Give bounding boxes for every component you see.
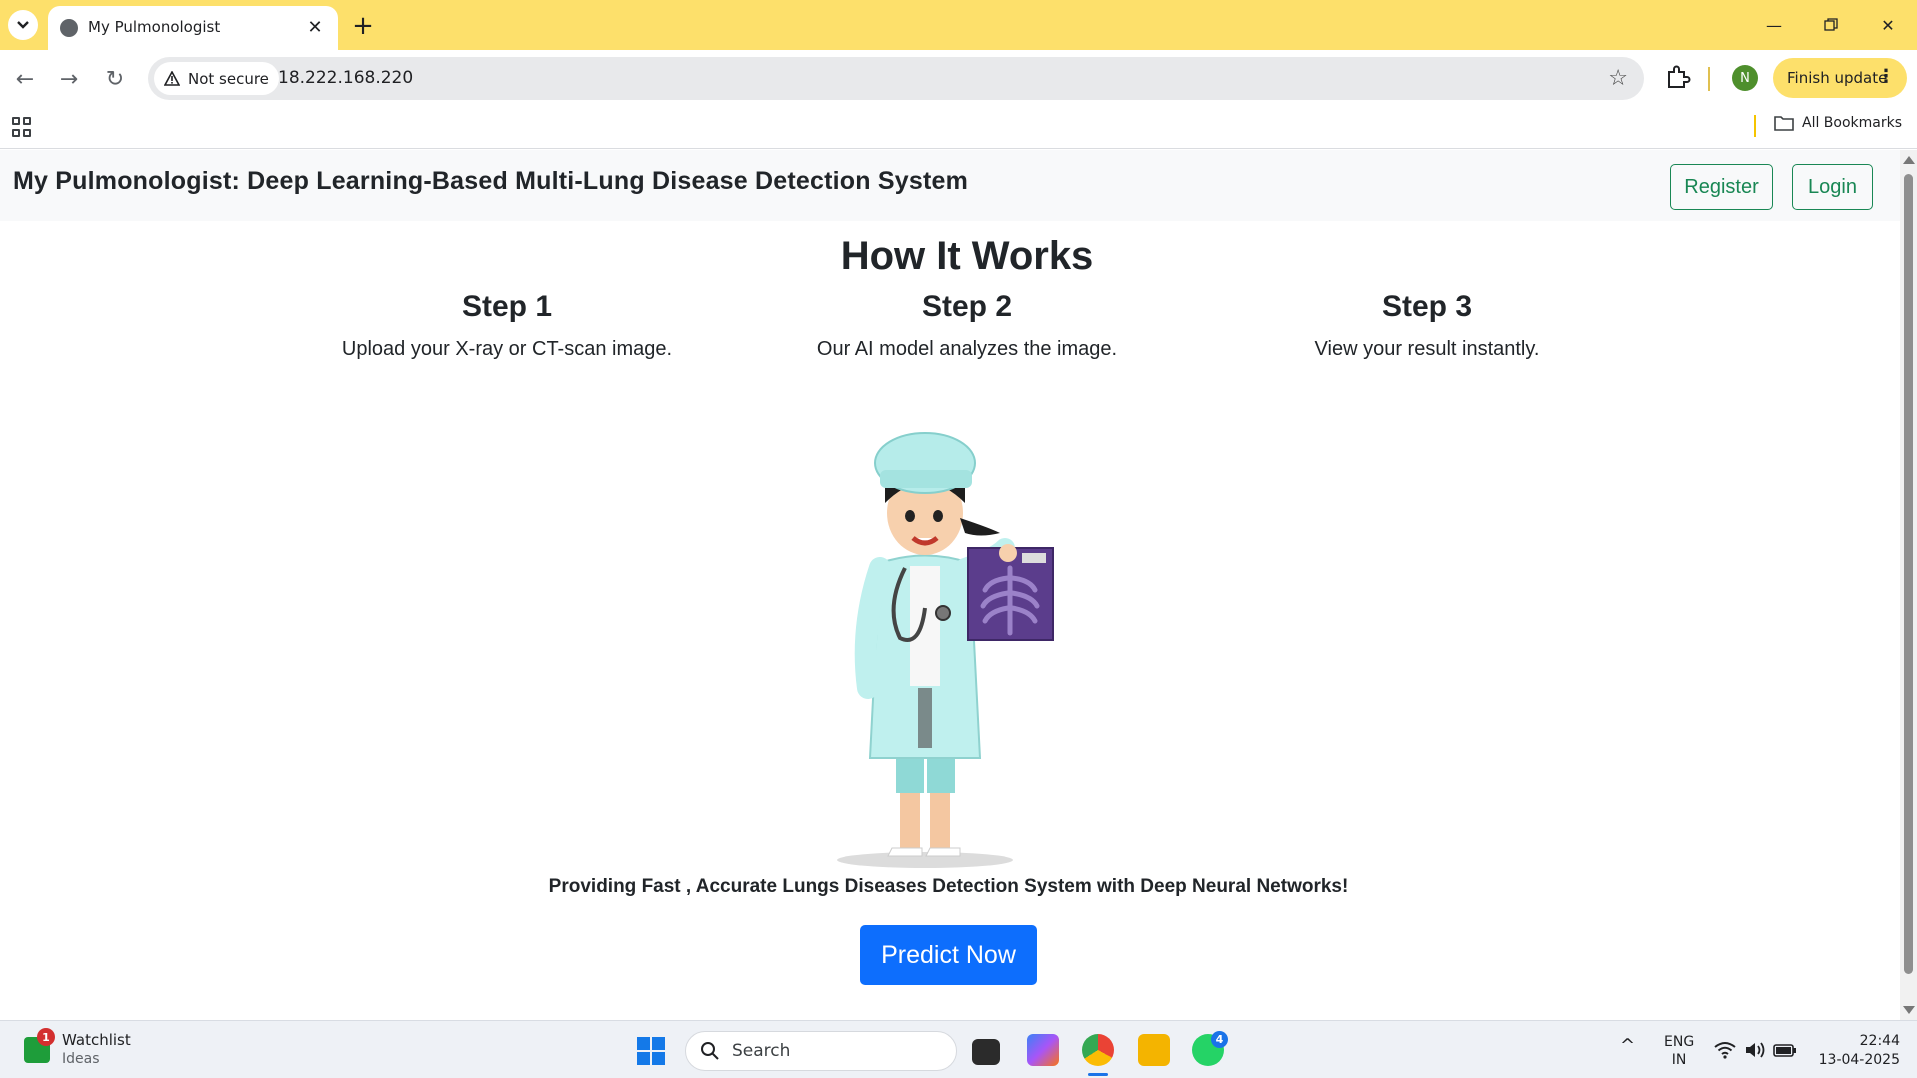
watchlist-badge: 1 (37, 1028, 55, 1046)
extensions-icon[interactable] (1663, 62, 1693, 92)
whatsapp-badge: 4 (1211, 1031, 1228, 1048)
toolbar-divider (1708, 67, 1710, 91)
warning-icon (164, 71, 180, 86)
browser-tab-strip: My Pulmonologist ✕ + — ✕ (0, 0, 1917, 50)
close-tab-icon[interactable]: ✕ (302, 14, 328, 40)
page-scrollbar[interactable] (1900, 150, 1917, 1020)
profile-avatar[interactable]: N (1732, 65, 1758, 91)
doctor-illustration (837, 432, 1054, 868)
how-it-works-heading: How It Works (840, 234, 1094, 278)
bookmarks-divider (1754, 115, 1756, 137)
close-window-icon[interactable]: ✕ (1868, 8, 1908, 42)
language-primary: ENG (1664, 1034, 1695, 1050)
step-description: Upload your X-ray or CT-scan image. (341, 338, 673, 360)
address-bar[interactable]: Not secure 18.222.168.220 ☆ (148, 57, 1644, 100)
step-title: Step 1 (461, 290, 553, 323)
reload-icon[interactable]: ↻ (98, 62, 132, 96)
watchlist-title: Watchlist (62, 1031, 131, 1049)
new-tab-button[interactable]: + (348, 11, 378, 41)
tab-title: My Pulmonologist (88, 18, 221, 36)
watchlist-subtitle: Ideas (62, 1051, 100, 1067)
system-clock[interactable]: 22:44 13-04-2025 (1810, 1032, 1900, 1070)
bookmark-star-icon[interactable]: ☆ (1608, 66, 1628, 91)
restore-icon[interactable] (1811, 8, 1851, 42)
security-label: Not secure (188, 69, 269, 88)
chevron-down-icon (17, 21, 29, 29)
wifi-icon[interactable] (1714, 1041, 1736, 1059)
active-app-indicator (1088, 1073, 1108, 1076)
step-description: View your result instantly. (1314, 338, 1540, 360)
scrollbar-thumb[interactable] (1904, 174, 1913, 974)
minimize-icon[interactable]: — (1754, 8, 1794, 42)
bookmarks-bar: All Bookmarks (0, 107, 1917, 149)
finish-update-label: Finish update (1787, 69, 1888, 87)
show-hidden-icons-icon[interactable]: ^ (1620, 1037, 1635, 1055)
globe-icon (60, 19, 78, 37)
search-placeholder: Search (732, 1041, 791, 1061)
language-secondary: IN (1671, 1052, 1687, 1068)
taskbar-search[interactable]: Search (685, 1031, 957, 1071)
more-menu-icon: ⋮ (1877, 66, 1895, 87)
watchlist-widget[interactable]: Watchlist Ideas (62, 1031, 131, 1069)
login-button[interactable]: Login (1792, 164, 1873, 210)
finish-update-button[interactable]: Finish update ⋮ (1773, 58, 1907, 98)
copilot-icon[interactable] (1027, 1034, 1059, 1066)
url-text: 18.222.168.220 (278, 68, 414, 88)
folder-icon (1774, 116, 1794, 131)
tab-search-button[interactable] (8, 10, 38, 40)
apps-grid-icon[interactable] (12, 117, 32, 137)
site-info-chip[interactable]: Not secure (154, 62, 279, 95)
site-navbar: My Pulmonologist: Deep Learning-Based Mu… (0, 150, 1900, 221)
windows-start-icon[interactable] (637, 1037, 665, 1065)
all-bookmarks-button[interactable]: All Bookmarks (1774, 115, 1902, 131)
step-description: Our AI model analyzes the image. (816, 338, 1118, 360)
volume-icon[interactable] (1744, 1041, 1766, 1059)
windows-taskbar: 1 Watchlist Ideas Search 4 ^ ENG IN 22:4… (0, 1020, 1917, 1078)
search-icon (701, 1042, 719, 1060)
step-title: Step 2 (921, 290, 1013, 323)
site-brand[interactable]: My Pulmonologist: Deep Learning-Based Mu… (13, 167, 968, 196)
register-button[interactable]: Register (1670, 164, 1773, 210)
step-title: Step 3 (1381, 290, 1473, 323)
battery-icon[interactable] (1773, 1042, 1797, 1058)
scroll-up-arrow-icon[interactable] (1903, 156, 1915, 164)
step-2: Step 2 Our AI model analyzes the image. (757, 290, 1177, 361)
step-1: Step 1 Upload your X-ray or CT-scan imag… (297, 290, 717, 361)
clock-time: 22:44 (1859, 1033, 1900, 1049)
all-bookmarks-label: All Bookmarks (1802, 115, 1903, 131)
forward-icon[interactable]: → (52, 62, 86, 96)
back-icon[interactable]: ← (8, 62, 42, 96)
tab-my-pulmonologist[interactable]: My Pulmonologist ✕ (48, 6, 338, 50)
predict-now-button[interactable]: Predict Now (860, 925, 1037, 985)
chrome-icon[interactable] (1082, 1034, 1114, 1066)
task-view-icon[interactable] (972, 1039, 1000, 1065)
web-page: My Pulmonologist: Deep Learning-Based Mu… (0, 150, 1900, 1020)
clock-date: 13-04-2025 (1818, 1052, 1900, 1068)
browser-toolbar: ← → ↻ Not secure 18.222.168.220 ☆ (0, 50, 1917, 107)
tagline: Providing Fast , Accurate Lungs Diseases… (548, 876, 1349, 897)
step-3: Step 3 View your result instantly. (1217, 290, 1637, 361)
scroll-down-arrow-icon[interactable] (1903, 1006, 1915, 1014)
language-indicator[interactable]: ENG IN (1664, 1033, 1694, 1069)
file-explorer-icon[interactable] (1138, 1034, 1170, 1066)
